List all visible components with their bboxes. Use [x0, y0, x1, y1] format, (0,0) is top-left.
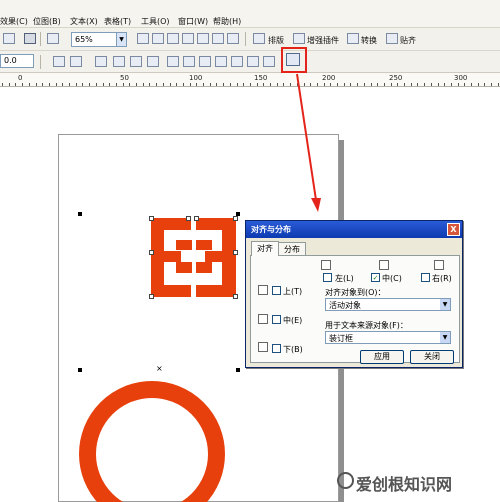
align-bottom-label: 下(B) — [283, 345, 303, 354]
apply-button[interactable]: 应用 — [360, 350, 404, 364]
align-middle-checkbox[interactable] — [272, 315, 281, 324]
align-center-h-icon — [379, 260, 389, 270]
align-left-checkbox[interactable] — [323, 273, 332, 282]
align-to-value: 活动对象 — [329, 301, 361, 310]
watermark-logo-icon — [337, 472, 354, 489]
align-bottom-icon — [258, 342, 268, 352]
tab-align[interactable]: 对齐 — [251, 241, 279, 256]
align-left-label: 左(L) — [335, 274, 354, 283]
align-right-checkbox[interactable] — [421, 273, 430, 282]
dialog-title-bar[interactable]: 对齐与分布 X — [246, 221, 462, 238]
align-right-label: 右(R) — [432, 274, 452, 283]
align-right-icon — [434, 260, 444, 270]
close-button[interactable]: 关闭 — [410, 350, 454, 364]
align-bottom-checkbox[interactable] — [272, 344, 281, 353]
align-to-select[interactable]: 活动对象 ▼ — [325, 298, 451, 311]
align-center-checkbox[interactable]: ✓ — [371, 273, 380, 282]
align-top-label: 上(T) — [283, 287, 303, 296]
close-icon[interactable]: X — [447, 223, 460, 236]
align-top-icon — [258, 285, 268, 295]
tab-distribute[interactable]: 分布 — [278, 242, 306, 255]
align-top-checkbox[interactable] — [272, 286, 281, 295]
text-source-value: 装订框 — [329, 334, 353, 343]
chevron-down-icon[interactable]: ▼ — [440, 332, 450, 343]
align-to-label: 对齐对象到(O)： — [325, 288, 386, 297]
align-tab-panel: 左(L) ✓ 中(C) 右(R) 上(T) 中(E) 下(B) 对齐对象到(O)… — [250, 255, 460, 363]
watermark-text: 爱创根知识网 — [356, 475, 453, 494]
align-middle-label: 中(E) — [283, 316, 303, 325]
chevron-down-icon[interactable]: ▼ — [440, 299, 450, 310]
align-distribute-dialog: 对齐与分布 X 对齐 分布 左(L) ✓ 中(C) 右(R) 上(T) 中(E)… — [245, 220, 463, 368]
align-middle-icon — [258, 314, 268, 324]
dialog-title: 对齐与分布 — [251, 225, 291, 234]
text-source-label: 用于文本来源对象(F)： — [325, 321, 408, 330]
align-center-label: 中(C) — [382, 274, 402, 283]
align-left-icon — [321, 260, 331, 270]
text-source-select[interactable]: 装订框 ▼ — [325, 331, 451, 344]
